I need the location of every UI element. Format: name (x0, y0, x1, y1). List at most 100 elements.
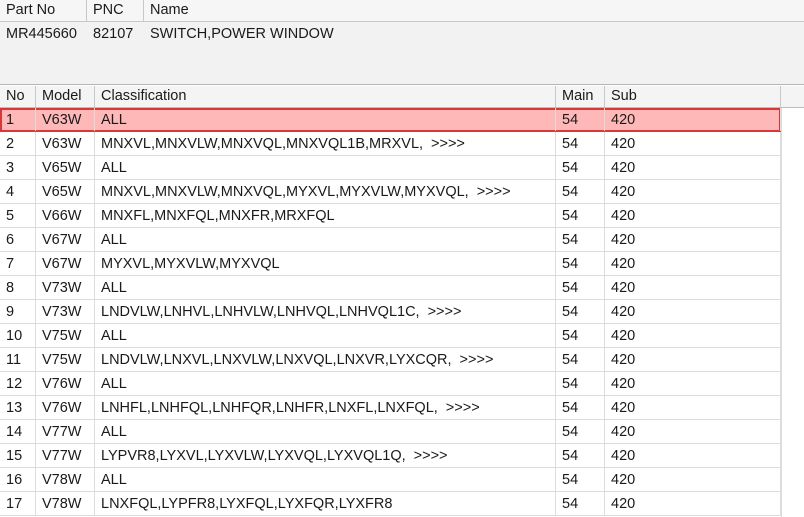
classification-cell: MNXFL,MNXFQL,MNXFR,MRXFQL (95, 204, 556, 227)
more-classifications-indicator[interactable]: >>>> (477, 184, 511, 200)
model-cell: V78W (36, 468, 95, 491)
classification-cell: ALL (95, 156, 556, 179)
row-number-cell: 2 (0, 132, 36, 155)
pnc-value: 82107 (93, 26, 134, 42)
main-column-header[interactable]: Main (556, 86, 605, 107)
table-row[interactable]: 4 V65W MNXVL,MNXVLW,MNXVQL,MYXVL,MYXVLW,MY… (0, 180, 781, 204)
classification-column-header[interactable]: Classification (95, 86, 556, 107)
row-number-cell: 3 (0, 156, 36, 179)
sub-group-cell: 420 (605, 204, 781, 227)
main-group-cell: 54 (556, 300, 605, 323)
sub-group-cell: 420 (605, 444, 781, 467)
main-group-cell: 54 (556, 252, 605, 275)
table-row[interactable]: 1 V63W ALL 54 420 (0, 108, 781, 132)
table-row[interactable]: 2 V63W MNXVL,MNXVLW,MNXVQL,MNXVQL1B,MRXVL,… (0, 132, 781, 156)
classification-text: LNXFQL,LYPFR8,LYXFQL,LYXFQR,LYXFR8 (101, 496, 393, 512)
table-row[interactable]: 14 V77W ALL 54 420 (0, 420, 781, 444)
classification-cell: ALL (95, 228, 556, 251)
classification-cell: LNDVLW,LNHVL,LNHVLW,LNHVQL,LNHVQL1C, >>>> (95, 300, 556, 323)
model-cell: V63W (36, 132, 95, 155)
row-number-cell: 14 (0, 420, 36, 443)
classification-cell: MNXVL,MNXVLW,MNXVQL,MYXVL,MYXVLW,MYXVQL,… (95, 180, 556, 203)
row-number-cell: 9 (0, 300, 36, 323)
more-classifications-indicator[interactable]: >>>> (460, 352, 494, 368)
sub-group-cell: 420 (605, 300, 781, 323)
row-number-cell: 16 (0, 468, 36, 491)
main-group-cell: 54 (556, 468, 605, 491)
model-column-header[interactable]: Model (36, 86, 95, 107)
row-number-cell: 4 (0, 180, 36, 203)
main-group-cell: 54 (556, 492, 605, 515)
table-row[interactable]: 13 V76W LNHFL,LNHFQL,LNHFQR,LNHFR,LNXFL,LN… (0, 396, 781, 420)
part-info-pane: Part No PNC Name MR445660 82107 SWITCH,P… (0, 0, 804, 85)
more-classifications-indicator[interactable]: >>>> (414, 448, 448, 464)
classification-text: ALL (101, 280, 127, 296)
main-group-cell: 54 (556, 228, 605, 251)
table-row[interactable]: 5 V66W MNXFL,MNXFQL,MNXFR,MRXFQL 54 420 (0, 204, 781, 228)
classification-text: ALL (101, 424, 127, 440)
row-number-cell: 6 (0, 228, 36, 251)
table-row[interactable]: 11 V75W LNDVLW,LNXVL,LNXVLW,LNXVQL,LNXVR,L… (0, 348, 781, 372)
more-classifications-indicator[interactable]: >>>> (431, 136, 465, 152)
classification-cell: LNXFQL,LYPFR8,LYXFQL,LYXFQR,LYXFR8 (95, 492, 556, 515)
table-row[interactable]: 16 V78W ALL 54 420 (0, 468, 781, 492)
grid-header: No Model Classification Main Sub (0, 86, 804, 108)
pnc-column-header[interactable]: PNC (87, 0, 144, 21)
sub-group-cell: 420 (605, 348, 781, 371)
model-cell: V67W (36, 252, 95, 275)
table-row[interactable]: 15 V77W LYPVR8,LYXVL,LYXVLW,LYXVQL,LYXVQL1… (0, 444, 781, 468)
main-group-cell: 54 (556, 348, 605, 371)
model-cell: V76W (36, 372, 95, 395)
classification-cell: ALL (95, 276, 556, 299)
model-cell: V65W (36, 156, 95, 179)
classification-cell: MYXVL,MYXVLW,MYXVQL (95, 252, 556, 275)
sub-group-cell: 420 (605, 180, 781, 203)
main-group-cell: 54 (556, 132, 605, 155)
table-row[interactable]: 9 V73W LNDVLW,LNHVL,LNHVLW,LNHVQL,LNHVQL1C… (0, 300, 781, 324)
more-classifications-indicator[interactable]: >>>> (446, 400, 480, 416)
table-row[interactable]: 6 V67W ALL 54 420 (0, 228, 781, 252)
table-row[interactable]: 7 V67W MYXVL,MYXVLW,MYXVQL 54 420 (0, 252, 781, 276)
row-number-cell: 11 (0, 348, 36, 371)
model-cell: V75W (36, 324, 95, 347)
classification-text: MYXVL,MYXVLW,MYXVQL (101, 256, 280, 272)
part-info-row[interactable]: MR445660 82107 SWITCH,POWER WINDOW (0, 23, 804, 45)
no-column-header[interactable]: No (0, 86, 36, 107)
main-group-cell: 54 (556, 324, 605, 347)
classification-cell: ALL (95, 108, 556, 131)
model-cell: V65W (36, 180, 95, 203)
classification-text: ALL (101, 160, 127, 176)
main-group-cell: 54 (556, 180, 605, 203)
classification-text: ALL (101, 232, 127, 248)
model-cell: V63W (36, 108, 95, 131)
sub-group-cell: 420 (605, 324, 781, 347)
table-row[interactable]: 17 V78W LNXFQL,LYPFR8,LYXFQL,LYXFQR,LYXFR8… (0, 492, 781, 516)
row-number-cell: 17 (0, 492, 36, 515)
part-name-value: SWITCH,POWER WINDOW (150, 26, 334, 42)
table-row[interactable]: 3 V65W ALL 54 420 (0, 156, 781, 180)
name-column-header[interactable]: Name (144, 0, 804, 21)
table-row[interactable]: 12 V76W ALL 54 420 (0, 372, 781, 396)
row-number-cell: 15 (0, 444, 36, 467)
classification-text: ALL (101, 376, 127, 392)
classification-text: ALL (101, 328, 127, 344)
model-cell: V76W (36, 396, 95, 419)
main-group-cell: 54 (556, 108, 605, 131)
sub-column-header[interactable]: Sub (605, 86, 781, 107)
classification-cell: MNXVL,MNXVLW,MNXVQL,MNXVQL1B,MRXVL, >>>> (95, 132, 556, 155)
main-group-cell: 54 (556, 156, 605, 179)
model-cell: V66W (36, 204, 95, 227)
part-no-value: MR445660 (6, 26, 77, 42)
table-row[interactable]: 8 V73W ALL 54 420 (0, 276, 781, 300)
classification-cell: ALL (95, 420, 556, 443)
row-number-cell: 12 (0, 372, 36, 395)
classification-cell: ALL (95, 372, 556, 395)
classification-text: LNDVLW,LNHVL,LNHVLW,LNHVQL,LNHVQL1C, (101, 304, 420, 320)
model-cell: V78W (36, 492, 95, 515)
grid-right-gutter (781, 108, 804, 517)
more-classifications-indicator[interactable]: >>>> (428, 304, 462, 320)
model-cell: V73W (36, 276, 95, 299)
table-row[interactable]: 10 V75W ALL 54 420 (0, 324, 781, 348)
main-group-cell: 54 (556, 396, 605, 419)
part-no-column-header[interactable]: Part No (0, 0, 87, 21)
